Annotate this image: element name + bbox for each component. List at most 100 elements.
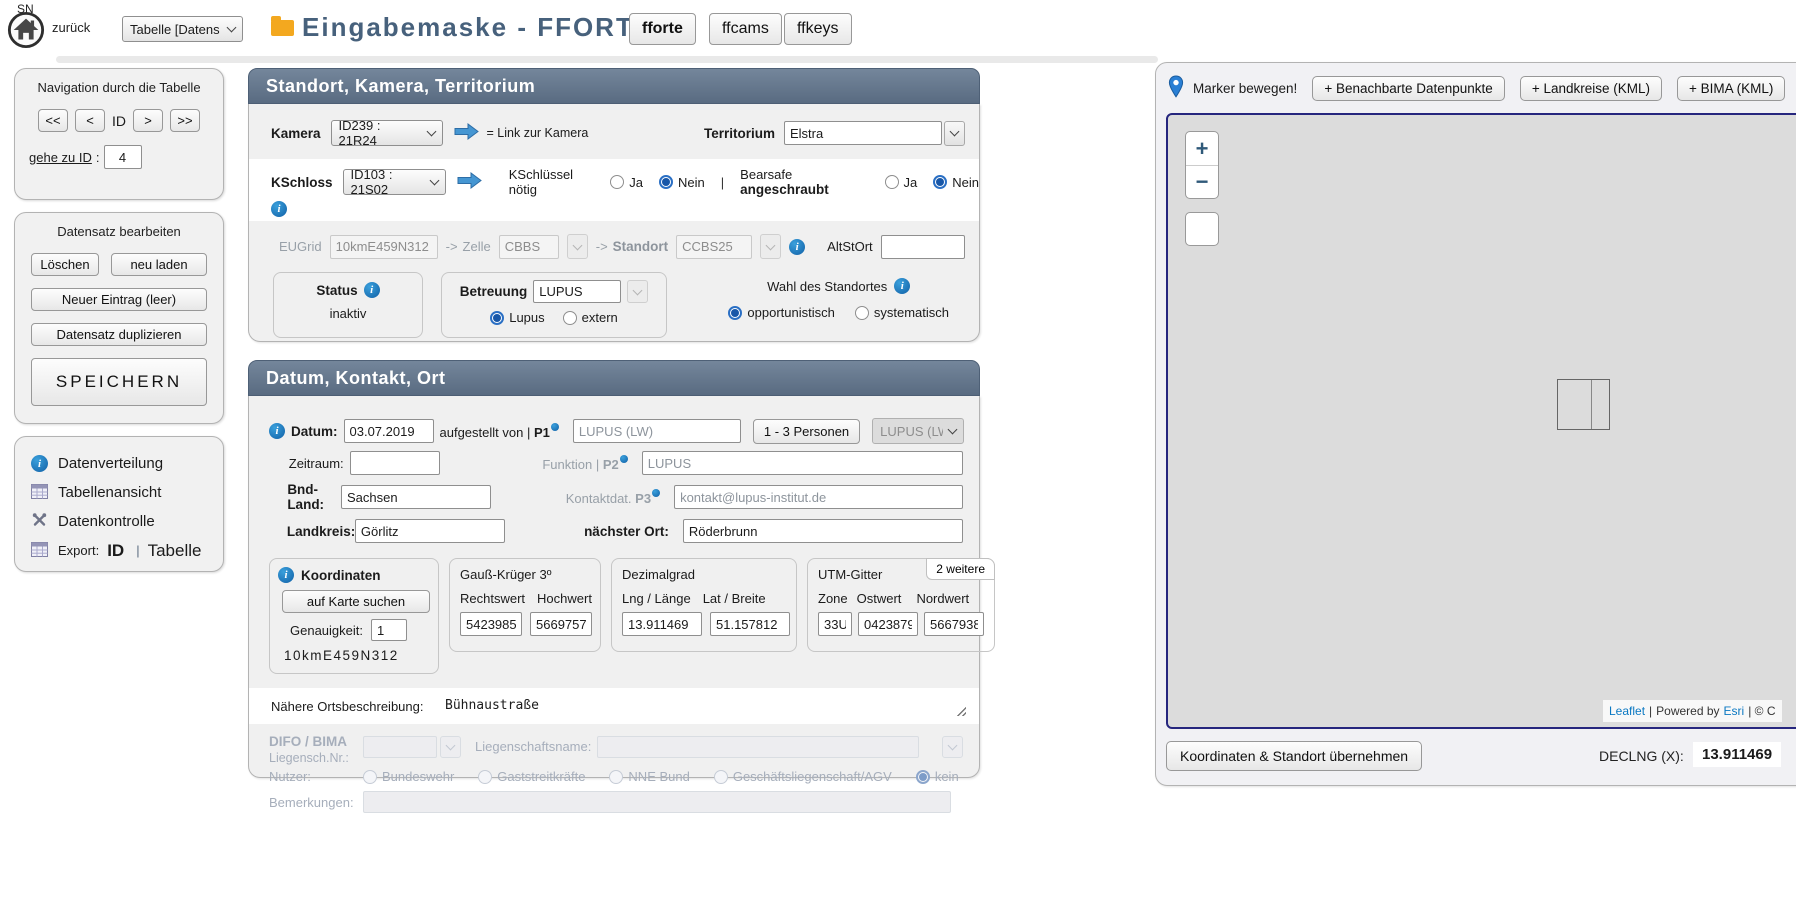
table-icon [31,484,48,502]
table-view-link[interactable]: Tabellenansicht [31,478,223,507]
last-record-button[interactable]: >> [170,109,200,132]
resize-handle[interactable] [955,705,966,716]
leaflet-link[interactable]: Leaflet [1609,704,1645,718]
info-icon[interactable] [269,423,285,439]
table-select[interactable]: Tabelle [Datens [122,16,243,42]
genauigkeit-input[interactable] [371,619,407,641]
app-button-ffkeys[interactable]: ffkeys [784,13,852,45]
kamera-select[interactable]: ID239 : 21R24 [331,120,443,146]
bearsafe-nein-radio[interactable] [933,175,947,189]
kschluessel-ja-radio[interactable] [610,175,624,189]
info-icon[interactable] [894,278,910,294]
p1-separator: | [527,425,530,440]
app-button-fforte[interactable]: fforte [629,13,696,45]
wahl-opportunistisch-radio[interactable] [728,306,742,320]
tools-icon [31,512,48,531]
info-icon[interactable] [364,282,380,298]
wahl-systematisch-radio[interactable] [855,306,869,320]
p2-input[interactable] [642,451,963,475]
next-record-button[interactable]: > [133,109,163,132]
landkreise-kml-button[interactable]: + Landkreise (KML) [1520,76,1662,101]
zeitraum-input[interactable] [350,451,440,475]
ortsbeschreibung-textarea[interactable]: Bühnaustraße [439,694,967,718]
betreuung-box: Betreuung Lupus extern [441,272,667,338]
info-icon[interactable] [620,455,628,463]
app-button-ffcams[interactable]: ffcams [709,13,782,45]
save-button[interactable]: SPEICHERN [31,358,207,406]
info-icon[interactable] [278,567,294,583]
landkreis-input[interactable] [355,519,505,543]
esri-link[interactable]: Esri [1724,704,1745,718]
betreuung-input[interactable] [533,280,621,303]
kschloss-select[interactable]: ID103 : 21S02 [343,169,446,195]
utm-box: UTM-Gitter 2 weitere Zone Ostwert Nordwe… [807,558,995,652]
duplicate-record-button[interactable]: Datensatz duplizieren [31,323,207,346]
p1-select[interactable]: LUPUS (LW [872,418,964,444]
p3-label: Kontaktdat. [566,491,632,506]
landkreis-label: Landkreis: [287,524,349,539]
altstort-input[interactable] [881,235,965,259]
status-box: Status inaktiv [273,272,423,338]
map-layers-button[interactable] [1185,212,1219,246]
export-table-link[interactable]: Tabelle [148,541,202,561]
delete-button[interactable]: Löschen [31,253,99,276]
difo-bima-section: DIFO / BIMA Liegensch.Nr.: Liegenschafts… [249,730,979,813]
data-control-link[interactable]: Datenkontrolle [31,507,223,536]
betreuung-extern-label: extern [582,310,618,325]
reload-button[interactable]: neu laden [111,253,207,276]
info-icon[interactable] [789,239,805,255]
goto-id-input[interactable] [104,145,142,169]
lng-input[interactable] [622,612,702,636]
p3-input[interactable] [674,485,963,509]
bndland-input[interactable] [341,485,491,509]
zoom-in-button[interactable]: + [1186,132,1218,165]
marker-hint: Marker bewegen! [1193,81,1297,96]
lat-input[interactable] [710,612,790,636]
bima-kml-button[interactable]: + BIMA (KML) [1677,76,1785,101]
data-distribution-link[interactable]: Datenverteilung [31,449,223,478]
genauigkeit-label: Genauigkeit: [290,623,363,638]
personen-button[interactable]: 1 - 3 Personen [753,419,860,444]
liegenschaftsname-label: Liegenschaftsname: [475,739,591,754]
kschluessel-nein-radio[interactable] [659,175,673,189]
zoom-out-button[interactable]: − [1186,165,1218,198]
utm-ostwert-input[interactable] [858,612,918,636]
neighbor-datapoints-button[interactable]: + Benachbarte Datenpunkte [1312,76,1505,101]
betreuung-extern-radio[interactable] [563,311,577,325]
previous-record-button[interactable]: < [75,109,105,132]
utm-zone-input[interactable] [818,612,852,636]
territorium-dropdown-button[interactable] [944,121,965,146]
kschloss-label: KSchloss [271,175,333,190]
goto-id-link[interactable]: gehe zu ID [29,150,92,165]
apply-coordinates-button[interactable]: Koordinaten & Standort übernehmen [1166,741,1422,771]
back-link[interactable]: zurück [52,20,90,35]
info-icon[interactable] [271,201,287,217]
territorium-input[interactable] [784,121,942,145]
more-coordinates-button[interactable]: 2 weitere [926,558,995,580]
hochwert-input[interactable] [530,612,592,636]
gk-title: Gauß-Krüger 3º [460,567,590,582]
datum-input[interactable] [344,419,434,443]
nutzer-label: Nutzer: [269,769,363,784]
horizontal-scrollbar[interactable] [56,56,1158,63]
info-icon[interactable] [551,423,559,431]
kschloss-link-arrow-icon[interactable] [456,172,483,192]
info-icon[interactable] [652,489,660,497]
betreuung-dropdown-button[interactable] [627,280,648,303]
kamera-select-value: ID239 : 21R24 [339,118,422,148]
karte-suchen-button[interactable]: auf Karte suchen [282,590,430,613]
camera-link-arrow-icon[interactable] [453,123,480,143]
export-id-link[interactable]: ID [107,541,124,561]
p1-input[interactable] [573,419,741,443]
naechster-ort-input[interactable] [683,519,963,543]
map-canvas[interactable]: + − Leaflet | Powered by Esri | © C [1166,113,1796,729]
bearsafe-ja-radio[interactable] [885,175,899,189]
first-record-button[interactable]: << [38,109,68,132]
difo-bima-label: DIFO / BIMA [269,734,363,749]
rechtswert-input[interactable] [460,612,522,636]
utm-nordwert-input[interactable] [924,612,984,636]
betreuung-lupus-radio[interactable] [490,311,504,325]
home-icon[interactable] [7,11,45,52]
new-entry-button[interactable]: Neuer Eintrag (leer) [31,288,207,311]
standort-dropdown-button [760,234,781,259]
